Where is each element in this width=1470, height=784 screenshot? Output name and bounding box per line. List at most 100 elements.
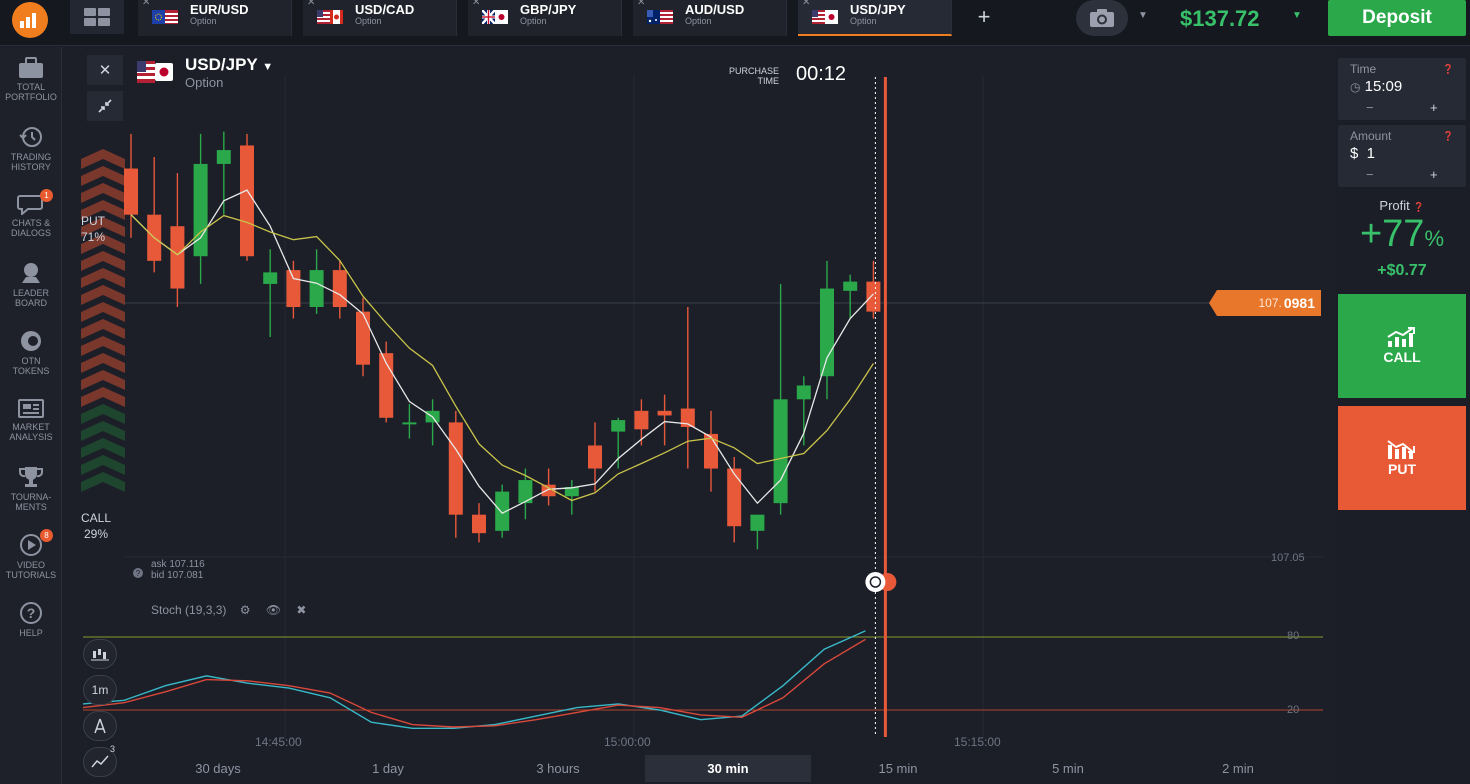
info-icon[interactable]: ?	[132, 567, 144, 579]
asset-tab[interactable]: ✕ GBP/JPY Option	[468, 0, 622, 36]
flag-gbp-jpy-icon	[482, 10, 508, 24]
timeframe-5-min[interactable]: 5 min	[985, 755, 1151, 782]
timeframe-30-min[interactable]: 30 min	[645, 755, 811, 782]
sidebar-item-leaderboard[interactable]: LEADER BOARD	[0, 261, 62, 308]
candle-body	[332, 270, 347, 307]
grid-menu-icon[interactable]	[70, 0, 124, 34]
token-icon	[21, 331, 41, 351]
candle-body	[472, 514, 486, 534]
logo-icon[interactable]	[12, 2, 48, 38]
remove-indicator-icon[interactable]: ✖	[296, 603, 306, 617]
put-button[interactable]: PUT	[1338, 406, 1466, 510]
sidebar-item-portfolio[interactable]: TOTAL PORTFOLIO	[0, 57, 62, 102]
chevron-down-icon[interactable]: ▼	[1138, 10, 1148, 21]
chart-type-button[interactable]	[83, 639, 117, 669]
asset-tab[interactable]: ✕ USD/CAD Option	[303, 0, 457, 36]
close-tab-icon[interactable]: ✕	[472, 0, 480, 8]
tab-pair: EUR/USD	[190, 2, 249, 17]
price-int: 107.	[1258, 296, 1282, 310]
gear-icon[interactable]: ⚙	[240, 603, 251, 617]
timeframe-15-min[interactable]: 15 min	[815, 755, 981, 782]
candle-body	[286, 270, 301, 307]
candle-body	[727, 468, 742, 527]
flag-usd-jpy-icon	[137, 61, 173, 83]
timeframe-3-hours[interactable]: 3 hours	[475, 755, 641, 782]
interval-button[interactable]: 1m	[83, 675, 117, 705]
profit-header: Profit ❓	[1338, 198, 1466, 213]
help-icon[interactable]: ❓	[1443, 131, 1454, 142]
time-text: 15:09	[1364, 78, 1403, 95]
price-chart[interactable]	[63, 47, 1335, 784]
current-price-label: 107. 0981	[1209, 290, 1321, 316]
sidebar-item-tokens[interactable]: OTN TOKENS	[0, 329, 62, 376]
amount-selector[interactable]: Amount ❓ $ 1 − +	[1338, 125, 1466, 187]
close-chart-button[interactable]: ✕	[87, 55, 123, 85]
candle-body	[773, 399, 788, 504]
deposit-button[interactable]: Deposit	[1328, 0, 1466, 36]
chart-area[interactable]: ✕ USD/JPY ▼ Option PURCHASE TIME 00:12 P…	[63, 47, 1335, 784]
help-icon[interactable]: ❓	[1443, 64, 1454, 75]
briefcase-icon	[19, 57, 43, 78]
call-percent: 29%	[84, 527, 109, 541]
time-decrease-button[interactable]: −	[1366, 100, 1374, 115]
time-increase-button[interactable]: +	[1430, 100, 1438, 115]
timeframe-30-days[interactable]: 30 days	[135, 755, 301, 782]
call-button[interactable]: CALL	[1338, 294, 1466, 398]
notification-badge: 1	[40, 189, 53, 202]
time-value: ◷ 15:09	[1350, 78, 1402, 95]
asset-tab[interactable]: ✕ AUD/USD Option	[633, 0, 787, 36]
time-label: 15:00:00	[604, 735, 651, 749]
indicators-button[interactable]	[83, 711, 117, 741]
sidebar-item-market-analysis[interactable]: MARKET ANALYSIS	[0, 397, 62, 442]
timeframe-1-day[interactable]: 1 day	[305, 755, 471, 782]
asset-tab-active[interactable]: ✕ USD/JPY Option	[798, 0, 952, 36]
flag-eur-usd-icon	[152, 10, 178, 24]
stoch-indicator[interactable]: Stoch (19,3,3) ⚙ 👁 ✖	[151, 603, 306, 617]
drawing-tools-button[interactable]: 3	[83, 744, 117, 777]
chevron-down-icon: ▼	[262, 61, 274, 73]
asset-type: Option	[185, 75, 224, 90]
profit-value: +77	[1359, 213, 1425, 255]
news-icon	[18, 399, 44, 418]
svg-text:?: ?	[136, 569, 141, 578]
put-label: PUT	[81, 214, 106, 228]
help-icon[interactable]: ❓	[1413, 202, 1424, 212]
close-tab-icon[interactable]: ✕	[802, 0, 810, 8]
candle-body	[866, 281, 881, 312]
sidebar-item-label: MARKET ANALYSIS	[9, 422, 53, 442]
amount-increase-button[interactable]: +	[1430, 167, 1438, 182]
balance-amount[interactable]: $137.72	[1180, 6, 1260, 32]
collapse-icon[interactable]	[87, 91, 123, 121]
chart-grid	[83, 75, 1323, 739]
add-tab-button[interactable]: +	[962, 0, 1006, 34]
flag-usd-jpy-icon	[812, 10, 838, 24]
close-tab-icon[interactable]: ✕	[307, 0, 315, 8]
price-decimals: 0981	[1283, 295, 1315, 311]
candle-body	[843, 281, 858, 291]
sidebar-item-label: LEADER BOARD	[12, 288, 49, 308]
amount-input[interactable]: $ 1	[1350, 145, 1375, 162]
chart-markers	[865, 77, 897, 737]
put-sentiment: PUT 71%	[81, 213, 105, 245]
sidebar-item-help[interactable]: ? HELP	[0, 601, 62, 638]
close-tab-icon[interactable]: ✕	[637, 0, 645, 8]
timeframe-2-min[interactable]: 2 min	[1155, 755, 1321, 782]
price-level: 107.05	[1271, 552, 1305, 564]
sidebar-item-video-tutorials[interactable]: 8 VIDEO TUTORIALS	[0, 529, 62, 580]
sentiment-bar	[81, 149, 125, 492]
chevron-down-icon[interactable]: ▼	[1292, 10, 1302, 21]
time-label: Time	[1350, 62, 1377, 76]
asset-selector[interactable]: USD/JPY ▼	[185, 55, 273, 75]
amount-decrease-button[interactable]: −	[1366, 167, 1374, 182]
sidebar-item-tournaments[interactable]: TOURNA- MENTS	[0, 465, 62, 512]
asset-tab[interactable]: ✕ EUR/USD Option	[138, 0, 292, 36]
tab-pair: GBP/JPY	[520, 2, 577, 17]
camera-icon[interactable]	[1076, 0, 1128, 36]
sidebar-item-chats[interactable]: 1 CHATS & DIALOGS	[0, 189, 62, 238]
close-tab-icon[interactable]: ✕	[142, 0, 150, 8]
eye-icon[interactable]: 👁	[266, 603, 281, 617]
sidebar-item-history[interactable]: TRADING HISTORY	[0, 125, 62, 172]
flag-aud-usd-icon	[647, 10, 673, 24]
tab-type: Option	[850, 16, 877, 26]
time-selector[interactable]: Time ❓ ◷ 15:09 − +	[1338, 58, 1466, 120]
